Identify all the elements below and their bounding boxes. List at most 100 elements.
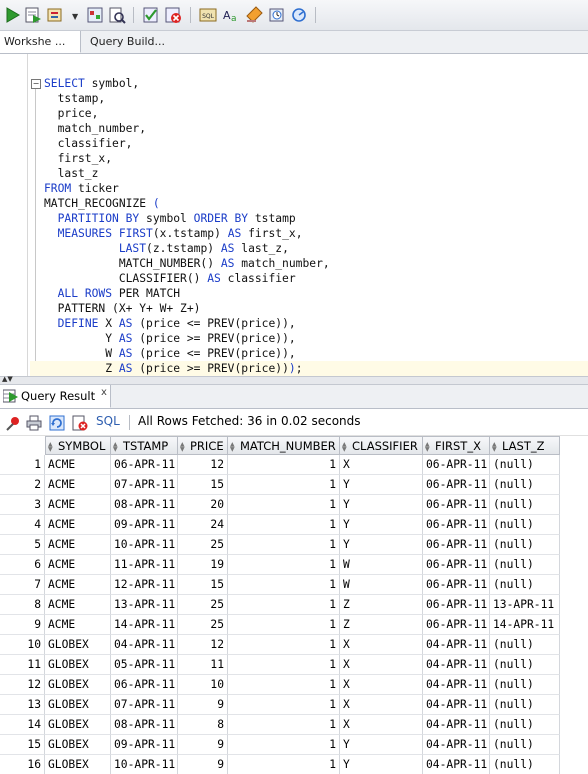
code-line[interactable]: MEASURES FIRST(x.tstamp) AS first_x,	[44, 226, 588, 241]
table-cell[interactable]: 06-APR-11	[111, 455, 178, 475]
run-script-icon[interactable]	[24, 6, 42, 24]
sort-icon[interactable]: ▲ ▼	[113, 442, 118, 453]
table-cell[interactable]: 1	[228, 475, 340, 495]
table-cell[interactable]: (null)	[490, 535, 560, 555]
table-cell[interactable]: X	[340, 455, 423, 475]
table-cell[interactable]: 1	[228, 715, 340, 735]
sort-icon[interactable]: ▲ ▼	[48, 442, 53, 453]
table-cell[interactable]: ACME	[45, 495, 111, 515]
table-cell[interactable]: 04-APR-11	[423, 735, 490, 755]
table-cell[interactable]: 1	[228, 455, 340, 475]
table-row[interactable]: 8 ACME 13-APR-11 25 1 Z 06-APR-11 13-APR-11	[0, 595, 588, 615]
sql-link[interactable]: SQL	[96, 414, 120, 428]
table-cell[interactable]: X	[340, 695, 423, 715]
table-row[interactable]: 9 ACME 14-APR-11 25 1 Z 06-APR-11 14-APR-11	[0, 615, 588, 635]
result-grid[interactable]: ▲ ▼ SYMBOL ▲ ▼ TSTAMP ▲ ▼ PRICE ▲ ▼ MATCH_NUMBER ▲ ▼ C…	[0, 436, 588, 774]
table-cell[interactable]: ACME	[45, 575, 111, 595]
table-cell[interactable]: Y	[340, 515, 423, 535]
table-cell[interactable]: GLOBEX	[45, 715, 111, 735]
print-icon[interactable]	[26, 415, 42, 431]
sort-icon[interactable]: ▲ ▼	[425, 442, 430, 453]
table-cell[interactable]: (null)	[490, 495, 560, 515]
table-cell[interactable]: GLOBEX	[45, 695, 111, 715]
table-cell[interactable]: (null)	[490, 655, 560, 675]
table-cell[interactable]: X	[340, 715, 423, 735]
sort-icon[interactable]: ▲ ▼	[230, 442, 235, 453]
history-icon[interactable]	[268, 6, 286, 24]
table-cell[interactable]: GLOBEX	[45, 755, 111, 774]
code-line[interactable]: MATCH_RECOGNIZE (	[44, 196, 588, 211]
code-line[interactable]: match_number,	[44, 121, 588, 136]
table-cell[interactable]: 06-APR-11	[423, 615, 490, 635]
table-cell[interactable]: GLOBEX	[45, 635, 111, 655]
table-cell[interactable]: (null)	[490, 695, 560, 715]
table-cell[interactable]: 09-APR-11	[111, 735, 178, 755]
table-cell[interactable]: 10-APR-11	[111, 755, 178, 774]
table-cell[interactable]: Z	[340, 615, 423, 635]
table-cell[interactable]: 1	[228, 655, 340, 675]
table-cell[interactable]: (null)	[490, 715, 560, 735]
table-cell[interactable]: X	[340, 635, 423, 655]
table-cell[interactable]: 24	[178, 515, 228, 535]
column-header-symbol[interactable]: ▲ ▼ SYMBOL	[45, 436, 111, 455]
table-cell[interactable]: (null)	[490, 455, 560, 475]
autotrace-icon[interactable]	[47, 6, 65, 24]
table-cell[interactable]: 13-APR-11	[490, 595, 560, 615]
table-cell[interactable]: (null)	[490, 635, 560, 655]
table-cell[interactable]: 14-APR-11	[111, 615, 178, 635]
table-cell[interactable]: GLOBEX	[45, 655, 111, 675]
table-row[interactable]: 5 ACME 10-APR-11 25 1 Y 06-APR-11 (null)	[0, 535, 588, 555]
code-line[interactable]: W AS (price <= PREV(price)),	[44, 346, 588, 361]
table-cell[interactable]: 04-APR-11	[111, 635, 178, 655]
table-row[interactable]: 7 ACME 12-APR-11 15 1 W 06-APR-11 (null)	[0, 575, 588, 595]
table-cell[interactable]: 9	[178, 735, 228, 755]
table-cell[interactable]: 1	[228, 535, 340, 555]
table-cell[interactable]: 1	[228, 595, 340, 615]
tab-worksheet[interactable]: Workshe ...	[0, 31, 81, 53]
table-cell[interactable]: 06-APR-11	[423, 575, 490, 595]
rollback-icon[interactable]	[164, 6, 182, 24]
table-cell[interactable]: 04-APR-11	[423, 715, 490, 735]
clear-icon[interactable]	[245, 6, 263, 24]
code-line[interactable]: ALL ROWS PER MATCH	[44, 286, 588, 301]
code-line[interactable]: Y AS (price >= PREV(price)),	[44, 331, 588, 346]
table-cell[interactable]: 06-APR-11	[111, 675, 178, 695]
table-cell[interactable]: 19	[178, 555, 228, 575]
table-cell[interactable]: GLOBEX	[45, 675, 111, 695]
code-line[interactable]: Z AS (price >= PREV(price)));	[30, 361, 588, 376]
table-cell[interactable]: W	[340, 555, 423, 575]
table-cell[interactable]: 1	[228, 615, 340, 635]
table-cell[interactable]: 04-APR-11	[423, 755, 490, 774]
table-cell[interactable]: 06-APR-11	[423, 495, 490, 515]
table-cell[interactable]: Z	[340, 595, 423, 615]
table-cell[interactable]: 1	[228, 695, 340, 715]
table-row[interactable]: 16 GLOBEX 10-APR-11 9 1 Y 04-APR-11 (null)	[0, 755, 588, 774]
table-cell[interactable]: W	[340, 575, 423, 595]
table-row[interactable]: 4 ACME 09-APR-11 24 1 Y 06-APR-11 (null)	[0, 515, 588, 535]
table-cell[interactable]: 1	[228, 755, 340, 774]
column-header-match-number[interactable]: ▲ ▼ MATCH_NUMBER	[228, 436, 340, 455]
table-cell[interactable]: 25	[178, 595, 228, 615]
table-cell[interactable]: ACME	[45, 615, 111, 635]
table-cell[interactable]: 06-APR-11	[423, 595, 490, 615]
table-cell[interactable]: ACME	[45, 555, 111, 575]
table-cell[interactable]: (null)	[490, 675, 560, 695]
table-cell[interactable]: Y	[340, 475, 423, 495]
table-cell[interactable]: Y	[340, 535, 423, 555]
table-cell[interactable]: 1	[228, 515, 340, 535]
table-row[interactable]: 14 GLOBEX 08-APR-11 8 1 X 04-APR-11 (null)	[0, 715, 588, 735]
sort-icon[interactable]: ▲ ▼	[492, 442, 497, 453]
table-cell[interactable]: 04-APR-11	[423, 655, 490, 675]
table-cell[interactable]: Y	[340, 735, 423, 755]
table-cell[interactable]: 07-APR-11	[111, 475, 178, 495]
table-cell[interactable]: 9	[178, 695, 228, 715]
code-line[interactable]: PATTERN (X+ Y+ W+ Z+)	[44, 301, 588, 316]
table-cell[interactable]: (null)	[490, 555, 560, 575]
table-cell[interactable]: 9	[178, 755, 228, 774]
table-row[interactable]: 1 ACME 06-APR-11 12 1 X 06-APR-11 (null)	[0, 455, 588, 475]
to-upper-icon[interactable]: Aa	[222, 6, 240, 24]
table-cell[interactable]: 08-APR-11	[111, 495, 178, 515]
table-cell[interactable]: 10-APR-11	[111, 535, 178, 555]
table-cell[interactable]: 06-APR-11	[423, 555, 490, 575]
code-line[interactable]: tstamp,	[44, 91, 588, 106]
